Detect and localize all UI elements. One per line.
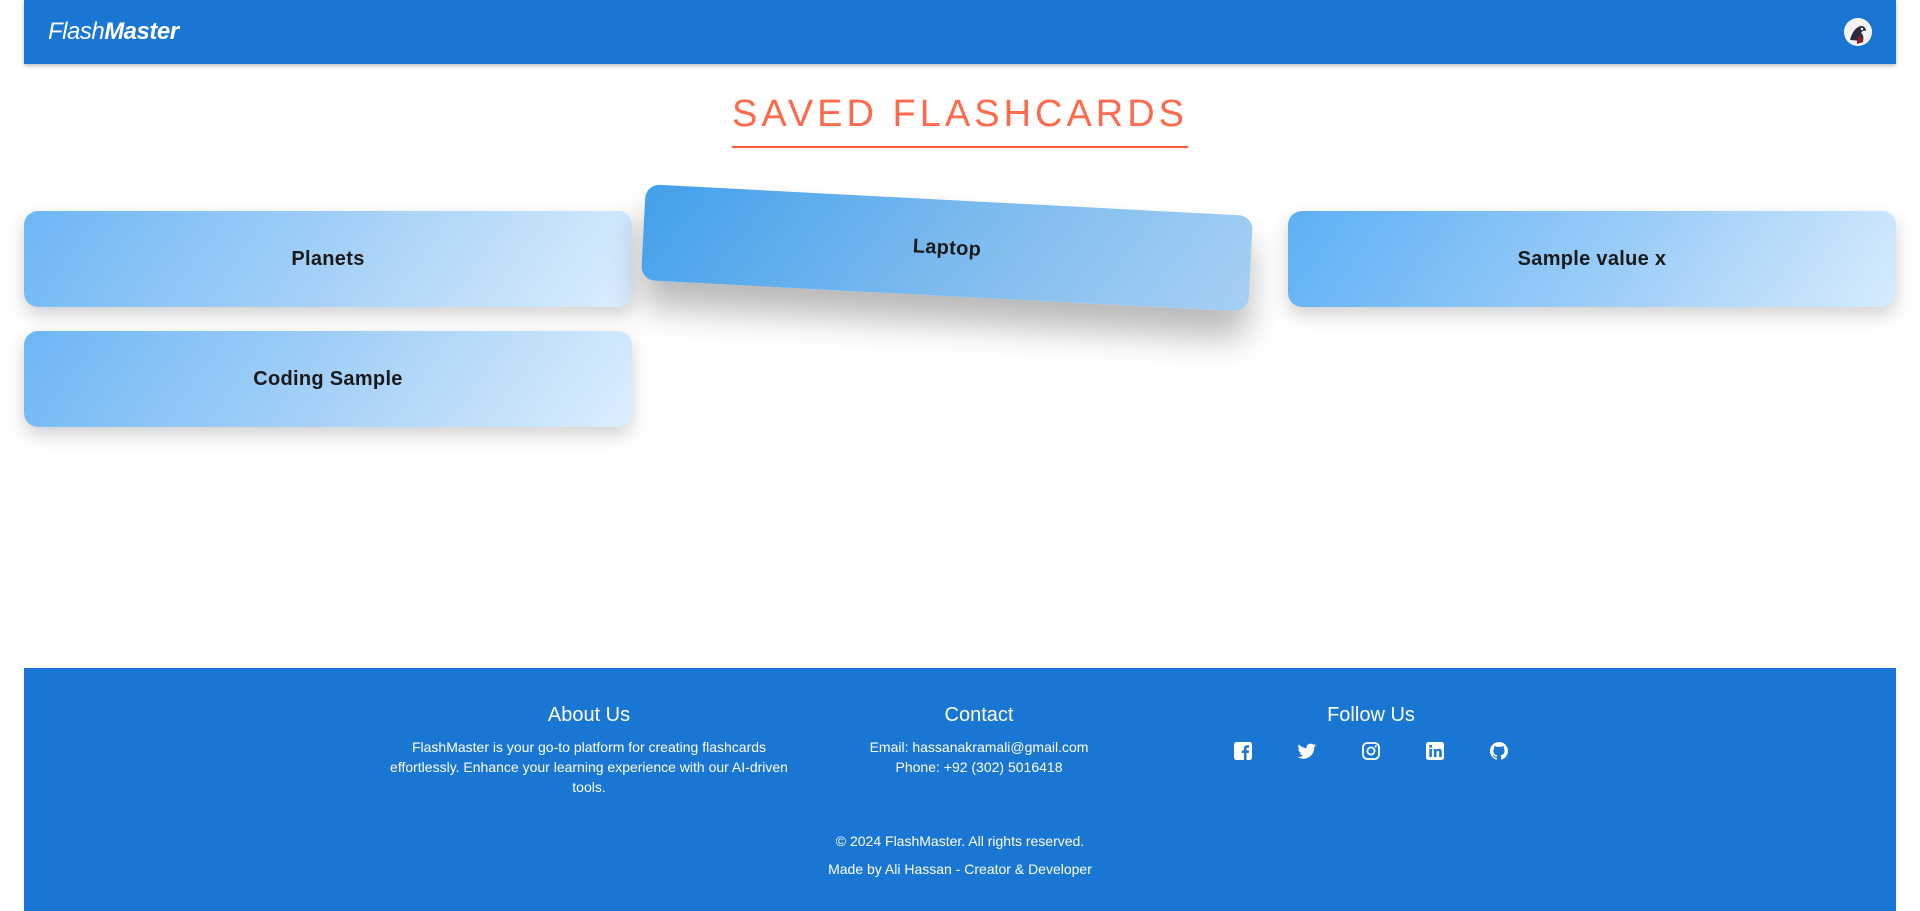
page-title-text: SAVED FLASHCARDS xyxy=(731,93,1189,148)
footer: About Us FlashMaster is your go-to platf… xyxy=(24,668,1896,911)
page: FlashMaster SAVED FLASHCARDS Planets Lap… xyxy=(0,0,1920,911)
footer-contact-email: Email: hassanakramali@gmail.com xyxy=(869,739,1089,755)
footer-follow: Follow Us xyxy=(1161,704,1581,761)
footer-contact-phone: Phone: +92 (302) 5016418 xyxy=(895,759,1063,775)
logo-master: Master xyxy=(104,18,179,45)
github-icon[interactable] xyxy=(1489,741,1509,761)
user-avatar-icon xyxy=(1844,18,1872,46)
footer-about: About Us FlashMaster is your go-to platf… xyxy=(379,704,799,797)
flashcard-label: Coding Sample xyxy=(253,367,403,390)
flashcard-laptop[interactable]: Laptop xyxy=(640,184,1254,312)
logo-flash: Flash xyxy=(48,18,105,45)
social-links xyxy=(1161,741,1581,761)
twitter-icon[interactable] xyxy=(1297,741,1317,761)
flashcard-label: Sample value x xyxy=(1517,247,1667,270)
footer-credit: Made by Ali Hassan - Creator & Developer xyxy=(828,861,1092,877)
flashcard-coding-sample[interactable]: Coding Sample xyxy=(24,331,632,427)
flashcard-label: Planets xyxy=(291,247,365,270)
logo[interactable]: FlashMaster xyxy=(48,18,179,46)
page-title: SAVED FLASHCARDS xyxy=(0,93,1920,148)
flashcard-sample-value-x[interactable]: Sample value x xyxy=(1288,211,1896,307)
flashcard-planets[interactable]: Planets xyxy=(24,211,632,307)
instagram-icon[interactable] xyxy=(1361,741,1381,761)
footer-about-text: FlashMaster is your go-to platform for c… xyxy=(390,739,788,795)
linkedin-icon[interactable] xyxy=(1425,741,1445,761)
facebook-icon[interactable] xyxy=(1233,741,1253,761)
footer-copyright: © 2024 FlashMaster. All rights reserved. xyxy=(835,833,1085,849)
footer-contact: Contact Email: hassanakramali@gmail.com … xyxy=(769,704,1189,777)
user-avatar[interactable] xyxy=(1844,18,1872,46)
app-bar: FlashMaster xyxy=(24,0,1896,64)
footer-follow-heading: Follow Us xyxy=(1327,704,1415,726)
footer-about-heading: About Us xyxy=(547,704,631,726)
flashcard-label: Laptop xyxy=(912,234,982,261)
footer-contact-heading: Contact xyxy=(944,704,1014,726)
